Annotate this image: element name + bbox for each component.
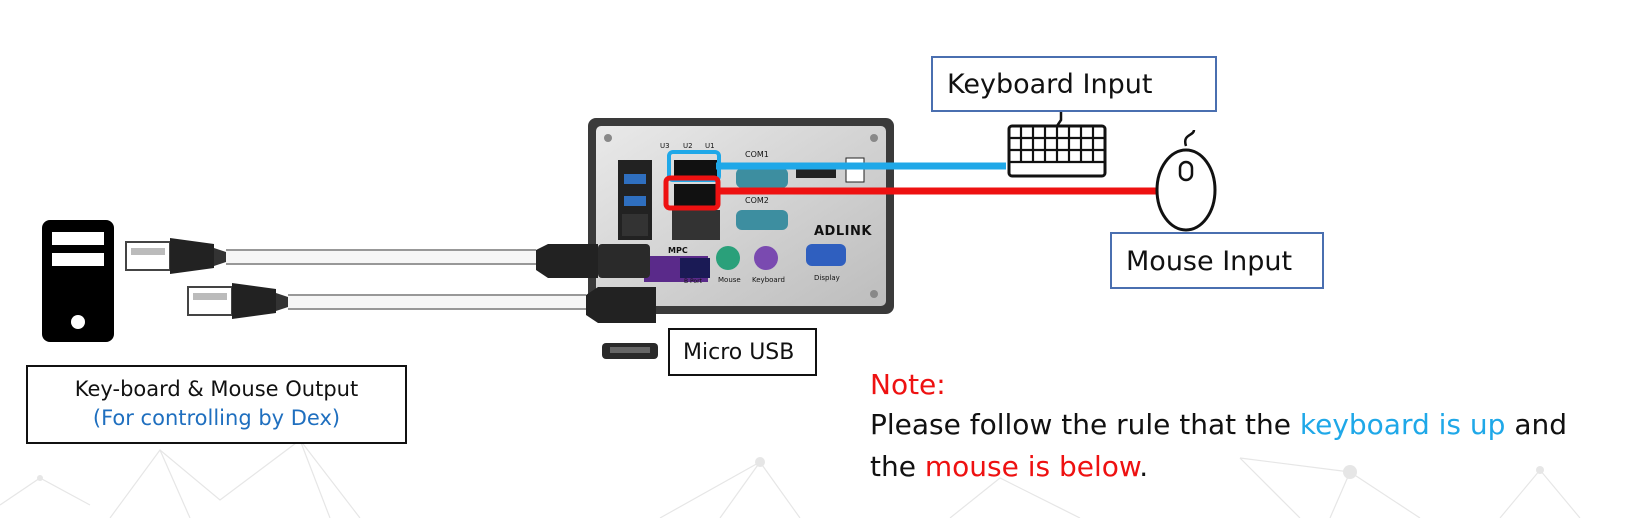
keyboard-input-label-box: Keyboard Input	[931, 56, 1217, 112]
note-mouse-highlight: mouse is below	[924, 450, 1140, 483]
keyboard-icon	[1007, 110, 1107, 178]
micro-usb-label: Micro USB	[683, 340, 795, 365]
note-line-1: Please follow the rule that the keyboard…	[870, 408, 1567, 441]
note-line-2: the mouse is below.	[870, 450, 1148, 483]
keyboard-input-label: Keyboard Input	[947, 69, 1153, 100]
output-sublabel: (For controlling by Dex)	[92, 406, 341, 430]
output-label-box: Key-board & Mouse Output (For controllin…	[26, 365, 407, 444]
output-label: Key-board & Mouse Output	[74, 377, 359, 401]
note-text: Please follow the rule that the	[870, 408, 1300, 441]
micro-usb-icon	[602, 343, 658, 359]
mouse-input-label-box: Mouse Input	[1110, 232, 1324, 289]
note-text: and	[1505, 408, 1568, 441]
note-text: .	[1139, 450, 1149, 483]
mouse-icon	[1155, 129, 1217, 232]
note-text: the	[870, 450, 925, 483]
usb-cable-icon	[125, 238, 650, 278]
note-keyboard-highlight: keyboard is up	[1299, 408, 1506, 441]
mouse-port-highlight	[663, 175, 721, 211]
micro-usb-label-box: Micro USB	[668, 328, 817, 376]
usb-cable-icon	[187, 283, 656, 323]
mouse-input-label: Mouse Input	[1126, 246, 1293, 277]
note-title: Note:	[870, 368, 946, 401]
